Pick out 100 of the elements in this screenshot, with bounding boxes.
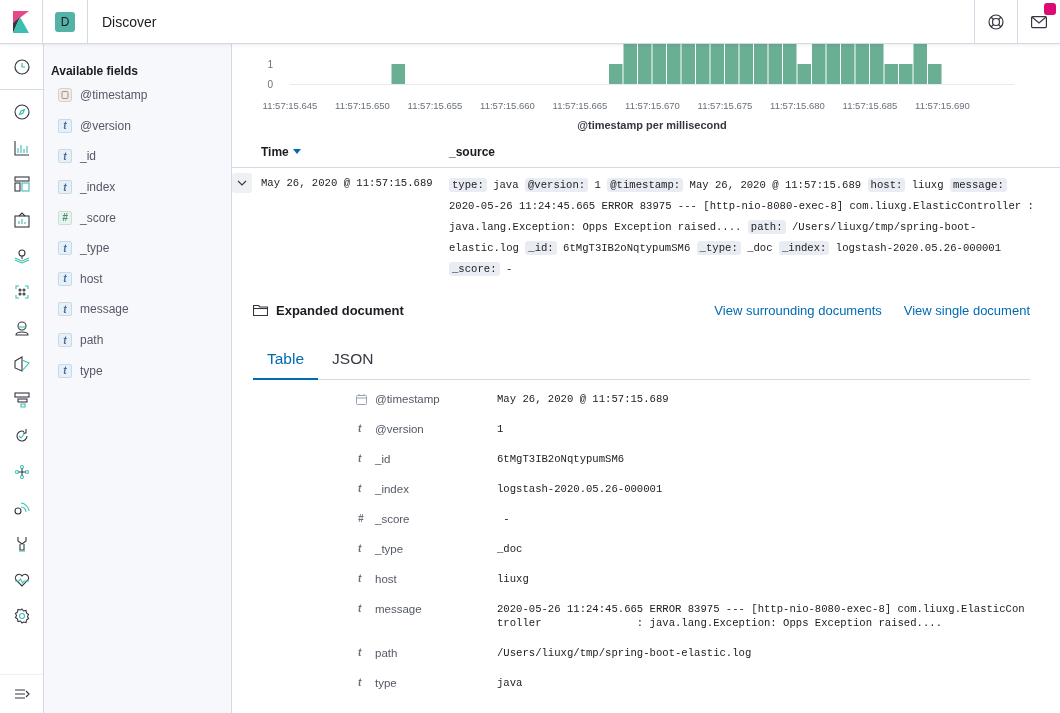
chevron-icon[interactable] [237, 180, 247, 186]
histogram-bar[interactable] [783, 44, 797, 84]
field-name[interactable]: @timestamp [80, 88, 148, 103]
histogram-bar[interactable] [739, 44, 753, 84]
histogram-bar[interactable] [710, 44, 724, 84]
logs-icon[interactable] [13, 356, 30, 372]
histogram-bar[interactable] [652, 44, 666, 84]
field-name[interactable]: type [80, 363, 103, 378]
field-type-icon: t [58, 241, 72, 256]
bar-chart-icon[interactable] [13, 140, 30, 156]
field-type-icon: t [356, 422, 375, 436]
axis-tick-label: 11:57:15.670 [625, 100, 680, 111]
column-header[interactable]: Time [261, 144, 449, 159]
histogram-bar[interactable] [623, 44, 637, 84]
space-avatar[interactable]: D [55, 11, 75, 32]
field-type-icon: t [356, 542, 375, 556]
section-title: Available fields [51, 64, 139, 78]
settings-icon[interactable] [13, 608, 30, 624]
field-value: logstash-2020.05.26-000001 [497, 482, 664, 496]
field-name[interactable]: host [80, 271, 103, 286]
field-name[interactable]: _index [80, 180, 116, 195]
field-type-icon: t [356, 482, 375, 496]
histogram-bar[interactable] [681, 44, 695, 84]
time-cell-text: May 26, 2020 @ 11:57:15.689 [261, 176, 434, 191]
histogram-bar[interactable] [913, 44, 927, 84]
section-title: Expanded document [276, 302, 404, 318]
tab[interactable]: JSON [318, 342, 388, 380]
field-name[interactable]: _id [80, 149, 96, 164]
histogram-bar[interactable] [841, 44, 855, 84]
heartbeat-icon[interactable] [13, 572, 30, 588]
source-cell-text: type: java @version: 1 @timestamp: May 26, 2020 @ 11:57:15.689 host: liuxg message: 2020-05-26 11:24:45.665 ERROR 83975 --- [http-nio-8080-exec-8] com.liuxg.ElasticController : java.lang.Exception: Opps Exception raised.... path: /Users/liuxg/tmp/spring-boot-elastic.log _id: 6tMgT3IB2oNqtypumSM6 _type: _doc _index: logstash-2020.05.26-000001 _score: - [449, 177, 1035, 278]
document-link[interactable]: View single document [903, 302, 1030, 318]
field-name: _score [375, 512, 411, 526]
graph-icon[interactable] [13, 464, 30, 480]
canvas-icon[interactable] [13, 212, 30, 228]
field-type-icon: t [356, 602, 375, 616]
histogram-bar[interactable] [609, 64, 623, 84]
field-type-icon: t [58, 302, 72, 317]
histogram-bar[interactable] [826, 44, 840, 84]
field-type-icon: t [356, 452, 375, 466]
histogram-bar[interactable] [638, 44, 652, 84]
field-name: _index [375, 482, 410, 496]
siem-icon[interactable] [13, 500, 30, 516]
field-name: @timestamp [375, 392, 441, 406]
histogram-bar[interactable] [391, 64, 405, 84]
axis-tick-label: 11:57:15.665 [552, 100, 608, 111]
tab[interactable]: Table [253, 342, 319, 380]
field-value: May 26, 2020 @ 11:57:15.689 [497, 392, 670, 406]
histogram-bar[interactable] [754, 44, 768, 84]
histogram-bar[interactable] [855, 44, 869, 84]
field-value: 1 [497, 422, 505, 436]
histogram-bar[interactable] [812, 44, 826, 84]
field-type-icon: t [58, 363, 72, 378]
logo-icon[interactable] [13, 10, 29, 33]
axis-tick-label: 0 [267, 79, 273, 90]
map-pin-icon[interactable] [13, 248, 30, 264]
uptime-icon[interactable] [13, 428, 30, 444]
histogram-bar[interactable] [667, 44, 681, 84]
histogram-bar[interactable] [884, 64, 898, 84]
expand-toggle[interactable] [232, 173, 252, 193]
field-name: type [375, 676, 398, 690]
axis-tick-label: 11:57:15.680 [770, 100, 825, 111]
clock-icon[interactable] [13, 58, 30, 75]
help-icon[interactable] [988, 13, 1004, 30]
field-type-icon: # [58, 210, 72, 225]
field-name[interactable]: message [80, 302, 129, 317]
axis-tick-label: 11:57:15.685 [842, 100, 898, 111]
calendar-icon [58, 88, 72, 103]
field-name[interactable]: _score [80, 210, 117, 225]
mail-icon[interactable] [1031, 14, 1047, 29]
user-icon[interactable] [13, 320, 30, 336]
collapse-menu-icon[interactable] [13, 688, 30, 700]
histogram-bar[interactable] [696, 44, 710, 84]
field-value: /Users/liuxg/tmp/spring-boot-elastic.log [497, 646, 753, 660]
document-link[interactable]: View surrounding documents [714, 302, 882, 318]
histogram-bar[interactable] [725, 44, 739, 84]
field-name: host [375, 572, 398, 586]
breadcrumb[interactable]: Discover [102, 13, 157, 30]
histogram-bar[interactable] [899, 64, 913, 84]
machine-learning-icon[interactable] [13, 284, 30, 300]
histogram-bar[interactable] [797, 64, 811, 84]
compass-icon[interactable] [13, 104, 30, 120]
histogram-bar[interactable] [928, 64, 942, 84]
field-name[interactable]: @version [80, 118, 131, 133]
axis-tick-label: 11:57:15.675 [697, 100, 753, 111]
histogram-bar[interactable] [768, 44, 782, 84]
field-type-icon: t [58, 271, 72, 286]
field-value: 6tMgT3IB2oNqtypumSM6 [497, 452, 626, 466]
field-name[interactable]: path [80, 333, 104, 348]
histogram-bar[interactable] [870, 44, 884, 84]
field-type-icon: t [58, 149, 72, 164]
field-name[interactable]: _type [80, 241, 110, 256]
column-header[interactable]: _source [449, 144, 496, 159]
apm-icon[interactable] [13, 392, 30, 408]
field-type-icon: t [58, 118, 72, 133]
field-value: - [502, 512, 511, 526]
sort-down-icon[interactable] [292, 149, 301, 154]
field-name: path [375, 646, 399, 660]
dashboard-icon[interactable] [13, 176, 30, 192]
axis-tick-label: 11:57:15.690 [915, 100, 970, 111]
